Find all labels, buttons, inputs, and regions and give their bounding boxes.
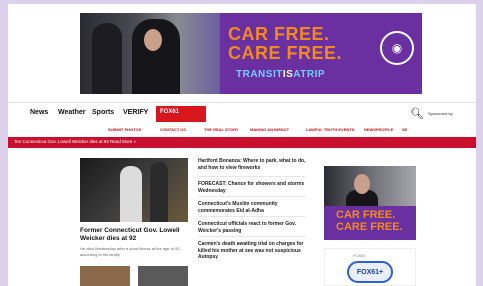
subnav-item[interactable]: CONTACT US — [160, 127, 186, 132]
station-logo[interactable]: FOX61 — [156, 106, 206, 122]
lead-story-title[interactable]: Former Connecticut Gov. Lowell Weicker d… — [80, 227, 188, 243]
subnav-item[interactable]: LAWFUL TRUTH EVENTS — [306, 127, 354, 132]
sub-nav: SUBMIT PHOTOS CONTACT US THE REAL STORY … — [8, 125, 476, 135]
headline-link[interactable]: FORECAST: Chance for showers and storms … — [198, 181, 308, 194]
subnav-item[interactable]: NEWSPROFILE — [364, 127, 393, 132]
ad-person-silhouette — [92, 23, 122, 94]
headline-link[interactable]: Hartford Bonanza: Where to park, what to… — [198, 158, 308, 171]
sidebar-ad[interactable]: CAR FREE. CARE FREE. — [324, 166, 416, 240]
divider — [198, 196, 306, 197]
nav-item-verify[interactable]: VERIFY — [123, 109, 148, 116]
headline-link[interactable]: Connecticut officials react to former Go… — [198, 221, 308, 234]
nav-item-news[interactable]: News — [30, 109, 48, 116]
headline-link[interactable]: Carmen's death awaiting trial on charges… — [198, 241, 308, 261]
lead-story-summary: He died Wednesday after a short illness … — [80, 246, 181, 257]
ad-headline: CAR FREE. CARE FREE. — [228, 25, 368, 63]
headline-link[interactable]: Connecticut's Muslim community commemora… — [198, 201, 308, 214]
ad-photo — [80, 13, 220, 94]
ad-headline-line2: CARE FREE. — [228, 43, 343, 63]
lead-story-image[interactable] — [80, 158, 188, 222]
subnav-item[interactable]: THE REAL STORY — [204, 127, 239, 132]
divider — [198, 176, 306, 177]
subnav-item[interactable]: SUBMIT PHOTOS — [108, 127, 141, 132]
breaking-news-text: Ten Connecticut Gov. Lowell Weicker dies… — [14, 139, 137, 144]
ad-person-face — [144, 29, 162, 51]
ad-headline-line1: CAR FREE. — [228, 24, 330, 44]
ad-tagline: TRANSITISATRIP — [236, 69, 326, 80]
divider — [198, 236, 306, 237]
browser-page: CAR FREE. CARE FREE. TRANSITISATRIP ◉ Ne… — [8, 4, 476, 286]
nav-item-sports[interactable]: Sports — [92, 109, 114, 116]
fox61-plus-logo: FOX61+ — [347, 261, 393, 283]
sponsor-label: Sponsored by — [428, 111, 453, 116]
breaking-news-bar[interactable]: Ten Connecticut Gov. Lowell Weicker dies… — [8, 137, 476, 148]
divider — [198, 216, 306, 217]
fox61-plus-promo[interactable]: FOX61 FOX61+ — [324, 248, 416, 286]
story-thumbnail[interactable] — [138, 266, 188, 286]
promo-label: FOX61 — [353, 253, 366, 258]
ad-photo — [324, 166, 416, 206]
subnav-item[interactable]: MAKING AN IMPACT — [250, 127, 289, 132]
main-nav: News Weather Sports VERIFY FOX61 🔍︎ Spon… — [8, 102, 476, 126]
top-banner-ad[interactable]: CAR FREE. CARE FREE. TRANSITISATRIP ◉ — [80, 13, 422, 94]
search-icon[interactable]: 🔍︎ — [410, 107, 424, 120]
nav-item-weather[interactable]: Weather — [58, 109, 86, 116]
sidebar-ad-headline: CAR FREE. CARE FREE. — [336, 209, 403, 233]
subnav-item[interactable]: SE — [402, 127, 407, 132]
story-thumbnail[interactable] — [80, 266, 130, 286]
state-seal-icon: ◉ — [380, 31, 414, 65]
